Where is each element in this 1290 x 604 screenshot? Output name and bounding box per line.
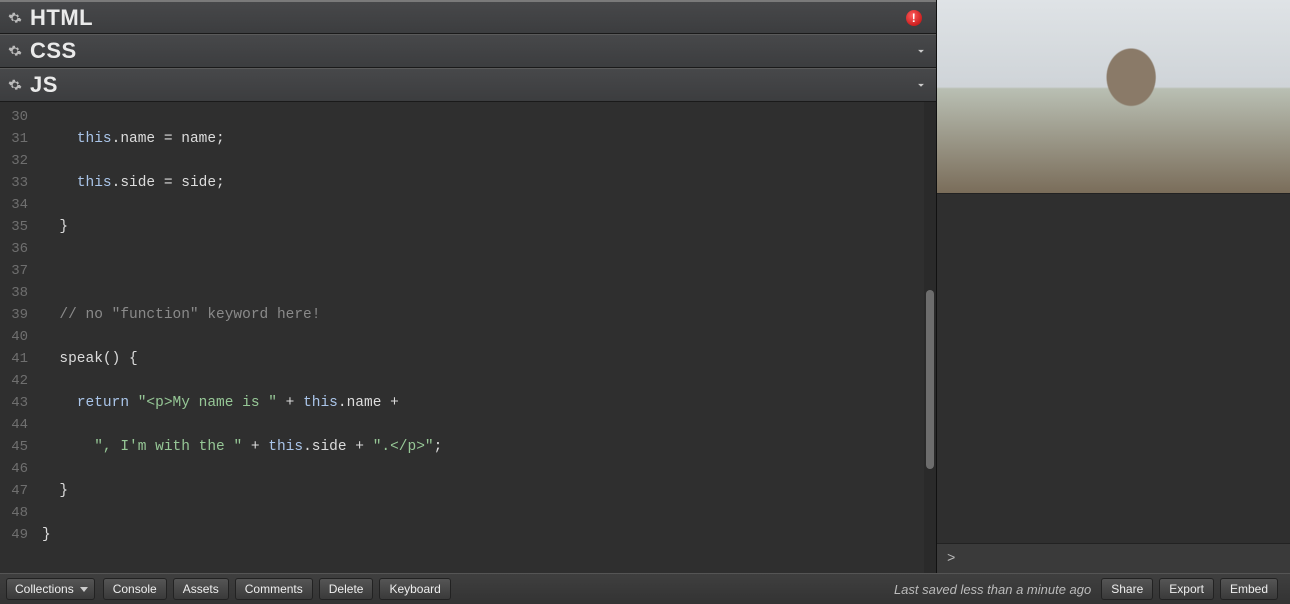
chevron-down-icon[interactable] bbox=[914, 78, 928, 92]
preview-pane bbox=[937, 0, 1290, 194]
webcam-overlay bbox=[937, 0, 1290, 193]
console-prompt-bar[interactable]: > bbox=[937, 543, 1290, 573]
share-button[interactable]: Share bbox=[1101, 578, 1153, 600]
code-area[interactable]: this.name = name; this.side = side; } //… bbox=[34, 102, 936, 573]
panel-header-css[interactable]: CSS bbox=[0, 34, 936, 68]
editor-scrollbar[interactable] bbox=[924, 102, 936, 573]
console-prompt-icon: > bbox=[947, 551, 955, 567]
panel-header-js[interactable]: JS bbox=[0, 68, 936, 102]
chevron-down-icon[interactable] bbox=[914, 44, 928, 58]
gear-icon[interactable] bbox=[8, 78, 22, 92]
gear-icon[interactable] bbox=[8, 11, 22, 25]
panel-title-css: CSS bbox=[30, 38, 77, 64]
embed-button[interactable]: Embed bbox=[1220, 578, 1278, 600]
panel-title-html: HTML bbox=[30, 5, 93, 31]
panel-title-js: JS bbox=[30, 72, 58, 98]
export-button[interactable]: Export bbox=[1159, 578, 1214, 600]
output-console[interactable]: > bbox=[937, 194, 1290, 573]
collections-dropdown[interactable]: Collections bbox=[6, 578, 95, 600]
line-gutter: 30 31 32 33 34 35 36 37 38 39 40 41 42 4… bbox=[0, 102, 34, 573]
panel-header-html[interactable]: HTML ! bbox=[0, 0, 936, 34]
error-badge-icon[interactable]: ! bbox=[906, 10, 922, 26]
scrollbar-thumb[interactable] bbox=[926, 290, 934, 469]
js-editor[interactable]: 30 31 32 33 34 35 36 37 38 39 40 41 42 4… bbox=[0, 102, 936, 573]
gear-icon[interactable] bbox=[8, 44, 22, 58]
